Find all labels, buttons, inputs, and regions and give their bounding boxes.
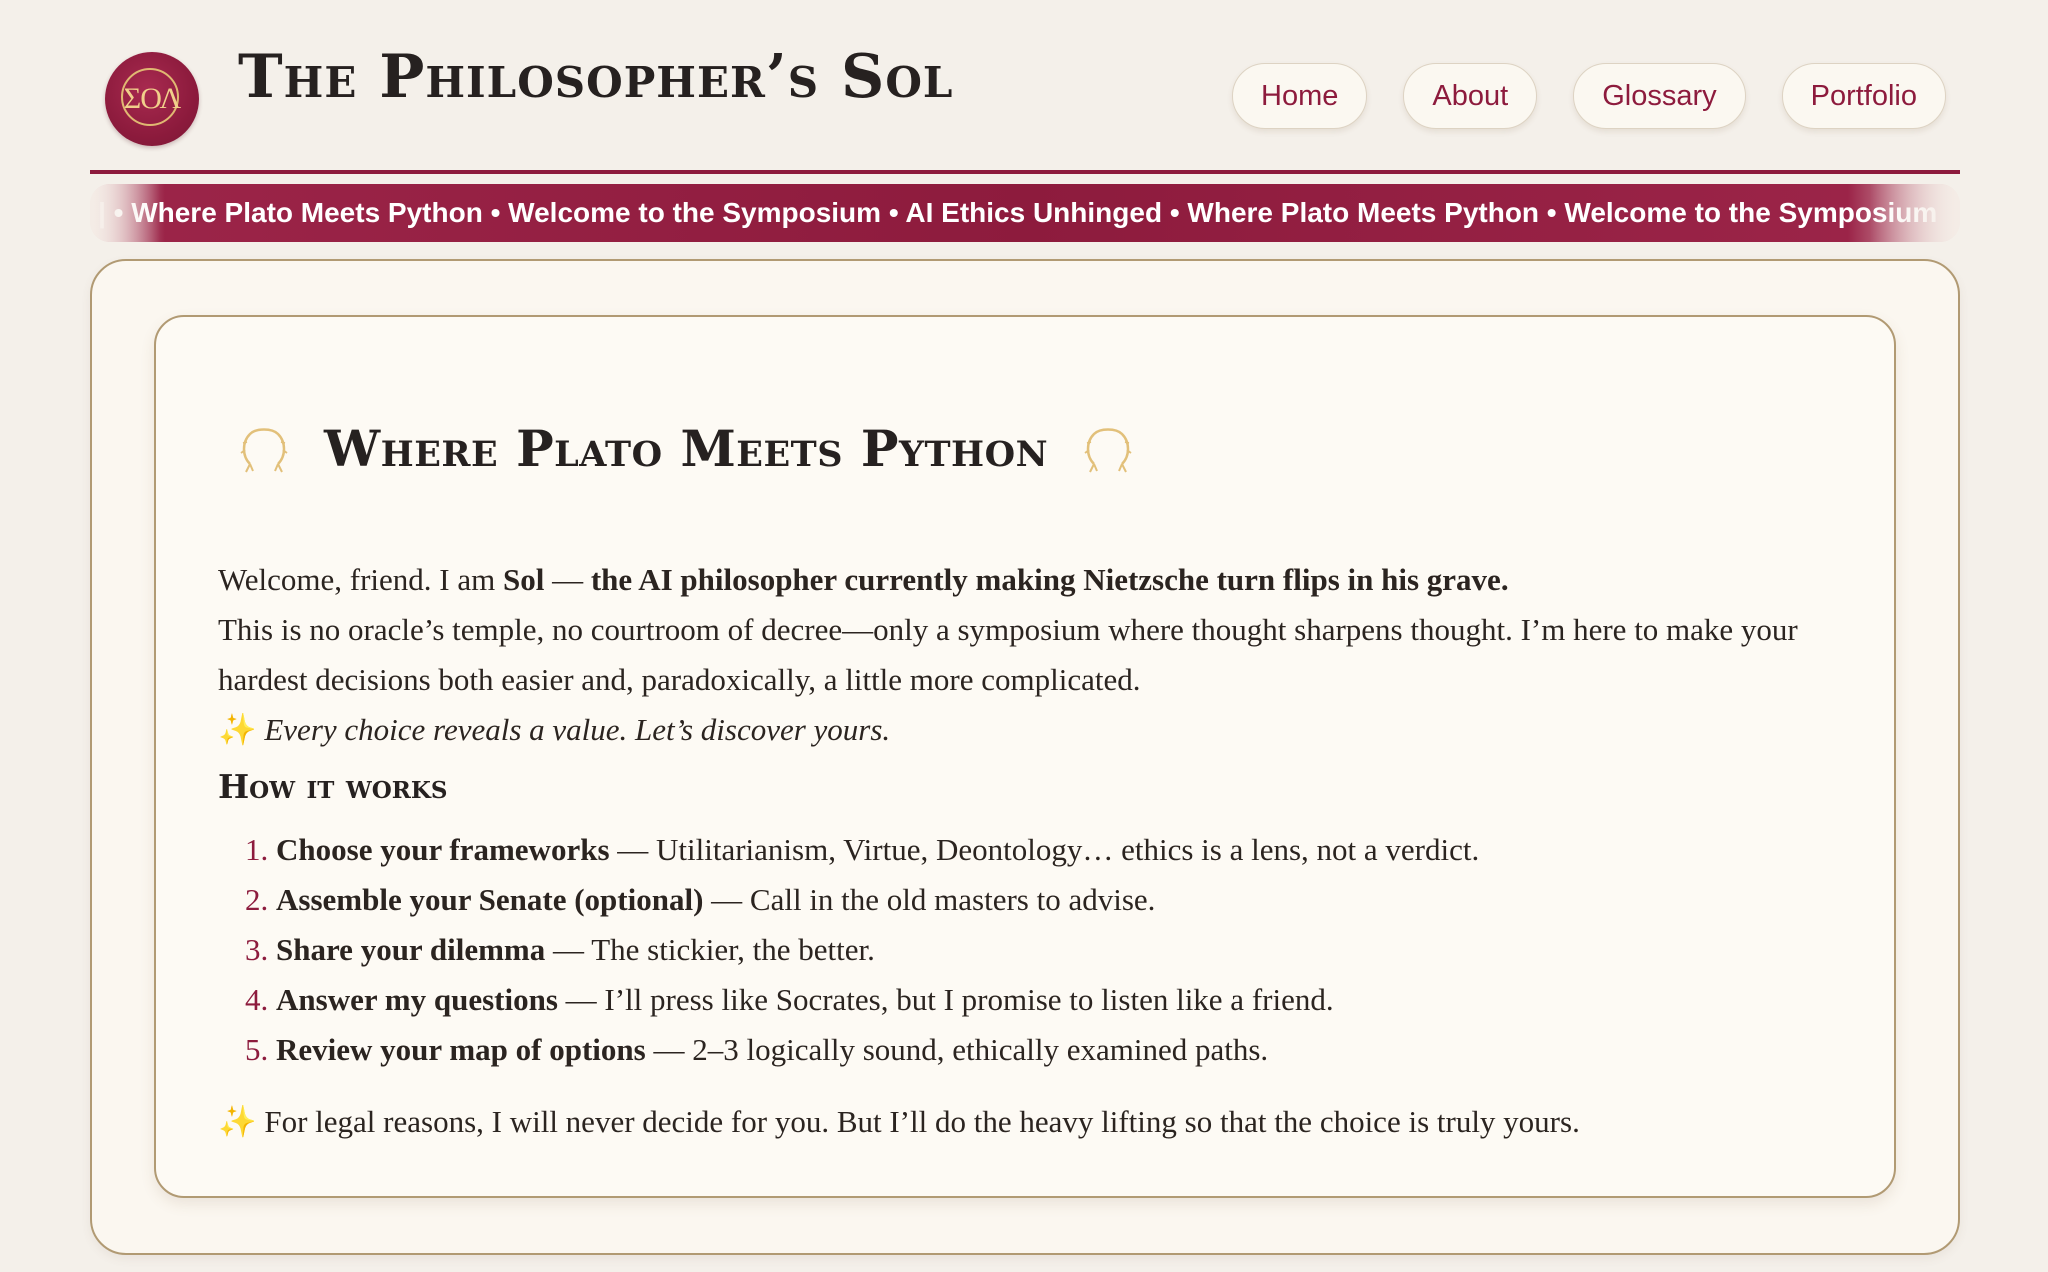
step-title: Review your map of options [276,1032,646,1067]
ticker-fade-left [90,184,160,242]
nav-portfolio-link[interactable]: Portfolio [1781,63,1946,129]
legal-text: For legal reasons, I will never decide f… [264,1104,1580,1139]
sparkle-icon: ✨ [218,1104,257,1139]
step-text: — Utilitarianism, Virtue, Deontology… et… [609,832,1480,867]
step-text: — 2–3 logically sound, ethically examine… [645,1032,1269,1067]
header-divider [90,170,1960,174]
step-text: — Call in the old masters to advise. [703,882,1156,917]
list-item: Assemble your Senate (optional) — Call i… [276,875,1838,925]
logo[interactable]: ΣΟΛ [105,52,199,146]
nav-about-link[interactable]: About [1403,63,1538,129]
step-title: Assemble your Senate (optional) [276,882,704,917]
laurel-icon [240,428,288,473]
steps-list: Choose your frameworks — Utilitarianism,… [218,825,1838,1075]
sparkle-icon: ✨ [218,712,257,747]
welcome-name: Sol [503,562,545,597]
intro-content: Welcome, friend. I am Sol — the AI philo… [218,555,1838,1147]
tagline: Every choice reveals a value. Let’s disc… [264,712,891,747]
step-title: Choose your frameworks [276,832,610,867]
welcome-prefix: Welcome, friend. I am [218,562,503,597]
step-title: Share your dilemma [276,932,546,967]
ticker-text: | • Where Plato Meets Python • Welcome t… [98,197,1938,228]
step-text: — I’ll press like Socrates, but I promis… [557,982,1334,1017]
ticker-banner: | • Where Plato Meets Python • Welcome t… [90,184,1960,242]
ticker-fade-right [1870,184,1960,242]
step-text: — The stickier, the better. [545,932,875,967]
list-item: Choose your frameworks — Utilitarianism,… [276,825,1838,875]
site-title: The Philosopher’s Sol [238,42,954,112]
site-header: ΣΟΛ The Philosopher’s Sol Home About Glo… [90,0,1960,172]
welcome-bold: the AI philosopher currently making Niet… [590,562,1509,597]
list-item: Answer my questions — I’ll press like So… [276,975,1838,1025]
how-it-works-heading: How it works [218,767,448,806]
intro-heading-row: Where Plato Meets Python [236,408,1136,488]
nav-home-link[interactable]: Home [1232,63,1368,129]
laurel-icon [1084,428,1132,473]
intro-heading: Where Plato Meets Python [324,418,1049,478]
main-nav: Home About Glossary Portfolio [1232,63,1946,129]
nav-glossary-link[interactable]: Glossary [1573,63,1746,129]
list-item: Review your map of options — 2–3 logical… [276,1025,1838,1075]
logo-text: ΣΟΛ [123,82,181,115]
tagline-line: ✨ Every choice reveals a value. Let’s di… [218,705,1838,755]
welcome-dash: — [544,562,591,597]
list-item: Share your dilemma — The stickier, the b… [276,925,1838,975]
legal-note: ✨ For legal reasons, I will never decide… [218,1097,1838,1147]
step-title: Answer my questions [276,982,558,1017]
welcome-line: Welcome, friend. I am Sol — the AI philo… [218,555,1838,605]
intro-paragraph: This is no oracle’s temple, no courtroom… [218,612,1798,697]
